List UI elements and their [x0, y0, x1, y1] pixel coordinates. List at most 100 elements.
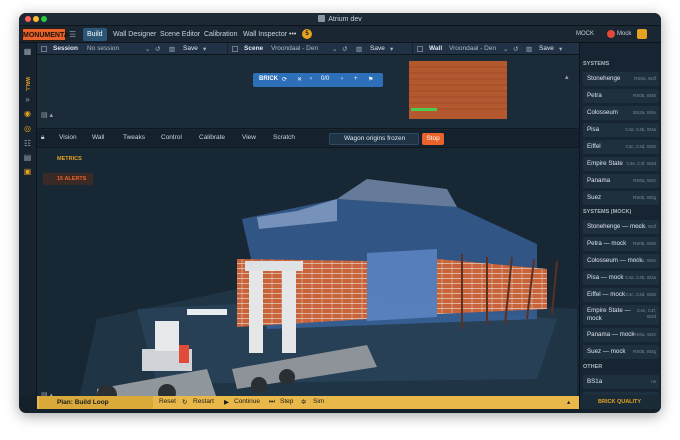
reset-button[interactable]: Reset [159, 398, 176, 405]
session-save-button[interactable]: Save [183, 45, 198, 52]
system-item[interactable]: Pisa C4a, C4b, W2a [583, 123, 659, 137]
wall-dropdown-icon[interactable]: ⌄ [503, 45, 508, 53]
stop-button[interactable]: Stop [422, 133, 444, 145]
brick-add-icon[interactable]: + [354, 76, 358, 82]
panel-grid-icon[interactable]: ▤ ▴ [41, 111, 53, 119]
mock-system-item[interactable]: Colosseum — mock BS2a, W2n [583, 254, 659, 268]
system-item[interactable]: Panama RS0a, W2c [583, 174, 659, 188]
brick-reset-icon[interactable]: ⟳ [282, 76, 287, 83]
chevron-right-icon[interactable]: › [341, 76, 343, 82]
session-select[interactable]: No session [87, 45, 119, 52]
system-name: Panama [587, 177, 611, 184]
system-code: C4c, C4d, W2b [625, 144, 656, 149]
other-item[interactable]: BS1a nv [583, 375, 659, 389]
sim-button[interactable]: Sim [313, 398, 324, 405]
panel-grip-icon[interactable] [417, 46, 423, 52]
scene-select[interactable]: Vroondaal - Den [271, 45, 318, 52]
brick-quality-bar[interactable]: BRICK QUALITY [580, 395, 661, 409]
brick-marker-icon[interactable]: ⚑ [368, 76, 373, 83]
mock-system-item[interactable]: Pisa — mock C4a, C4b, W2a [583, 271, 659, 285]
scene-viewport[interactable]: BRICK ⟳ ✕ ‹ 0/0 › + ⚑ ▤ ▴ ▴ 🔒︎ Vision Wa… [37, 55, 579, 407]
tab-calibration[interactable]: Calibration [200, 28, 241, 41]
tab-scene-editor[interactable]: Scene Editor [156, 28, 204, 41]
window-title-text: Atrium dev [328, 16, 362, 23]
alerts-button[interactable]: 15 ALERTS [43, 173, 93, 185]
wall-save-button[interactable]: Save [539, 45, 554, 52]
panel-grip-icon[interactable] [41, 46, 47, 52]
layout-toggle-icon[interactable] [637, 29, 647, 39]
scene-dropdown-icon[interactable]: ⌄ [332, 45, 337, 53]
system-name: Panama — mock [587, 331, 635, 338]
more-tabs-icon[interactable]: ••• [285, 28, 300, 41]
metrics-button[interactable]: METRICS [43, 153, 89, 165]
system-item[interactable]: Eiffel C4c, C4d, W2b [583, 140, 659, 154]
sim-icon[interactable]: ✲ [301, 398, 306, 406]
panel-grip-icon[interactable] [232, 46, 238, 52]
save-dropdown-icon[interactable]: ▾ [390, 45, 393, 53]
menu-view[interactable]: View [242, 134, 256, 141]
play-icon[interactable]: ▶ [224, 398, 229, 406]
mock-system-item[interactable]: Eiffel — mock C4c, C4d, W2b [583, 288, 659, 302]
table-icon[interactable]: ▤ [23, 153, 32, 162]
menu-calibrate[interactable]: Calibrate [199, 134, 225, 141]
history-icon[interactable]: ↺ [342, 45, 347, 53]
chevron-left-icon[interactable]: ‹ [310, 76, 312, 82]
continue-button[interactable]: Continue [234, 398, 260, 405]
scene-save-button[interactable]: Save [370, 45, 385, 52]
system-item[interactable]: Petra RS0b, W2b [583, 89, 659, 103]
trash-icon[interactable]: ▥ [526, 45, 532, 53]
system-item[interactable]: Empire State C4e, C4f, W2d [583, 157, 659, 171]
session-dropdown-icon[interactable]: ⌄ [145, 45, 150, 53]
mock-toggle-label[interactable]: Mock [617, 28, 631, 41]
menu-scratch[interactable]: Scratch [273, 134, 295, 141]
history-icon[interactable]: ↺ [155, 45, 160, 53]
history-icon[interactable]: ↺ [513, 45, 518, 53]
3d-scene-render [77, 179, 577, 407]
chevron-right-icon[interactable]: » [23, 95, 32, 104]
brick-close-icon[interactable]: ✕ [297, 76, 302, 83]
restart-icon[interactable]: ↻ [182, 398, 187, 406]
mock-system-item[interactable]: Petra — mock RS0b, W2b [583, 237, 659, 251]
wall-select[interactable]: Vroondaal - Den [449, 45, 496, 52]
tab-wall-designer[interactable]: Wall Designer [109, 28, 160, 41]
notification-badge[interactable]: 5 [302, 29, 312, 39]
hamburger-menu-icon[interactable]: ☰ [69, 30, 76, 39]
layers-icon[interactable]: ◎ [23, 124, 32, 133]
scene-panel-header: Scene Vroondaal - Den ⌄ ↺ ▥ Save ▾ [228, 43, 412, 55]
system-name: Stonehenge [587, 75, 621, 82]
system-item[interactable]: Stonehenge RS0a, W2f [583, 72, 659, 86]
step-button[interactable]: Step [280, 398, 293, 405]
mock-system-item[interactable]: Panama — mock RS0a, W2c [583, 328, 659, 342]
trash-icon[interactable]: ▥ [169, 45, 175, 53]
frame-icon[interactable]: ▣ [23, 167, 32, 176]
tab-build[interactable]: Build [83, 28, 107, 41]
lock-icon[interactable]: 🔒︎ [41, 134, 44, 142]
collapse-plan-icon[interactable]: ▴ [567, 398, 570, 406]
step-icon[interactable]: ⏭︎ [269, 398, 275, 406]
mock-system-item[interactable]: Suez — mock RS0b, W2g [583, 345, 659, 359]
menu-wall[interactable]: Wall [92, 134, 104, 141]
wagon-status-pill[interactable]: Wagon origins frozen [329, 133, 419, 145]
mock-system-item[interactable]: Stonehenge — mock RS0a, W2f [583, 220, 659, 234]
menu-control[interactable]: Control [161, 134, 182, 141]
collapse-icon[interactable]: ▴ [565, 73, 569, 81]
mock-system-item[interactable]: Empire State — mock C4e, C4f, W2d [583, 305, 659, 325]
brand-logo[interactable]: MONUMENTAL [22, 28, 73, 41]
mock-toggle[interactable] [607, 30, 615, 38]
restart-button[interactable]: Restart [193, 398, 214, 405]
tab-wall-inspector[interactable]: Wall Inspector [239, 28, 291, 41]
menu-tweaks[interactable]: Tweaks [123, 134, 145, 141]
sliders-icon[interactable]: ☷ [23, 139, 32, 148]
grid-icon[interactable]: ▦ [23, 47, 32, 56]
eye-icon[interactable]: ◉ [23, 109, 32, 118]
menu-vision[interactable]: Vision [59, 134, 77, 141]
system-item[interactable]: Colosseum BS2a, W2n [583, 106, 659, 120]
system-item[interactable]: Suez RS0b, W2g [583, 191, 659, 205]
trash-icon[interactable]: ▥ [356, 45, 362, 53]
save-dropdown-icon[interactable]: ▾ [203, 45, 206, 53]
system-code: BS2a, W2n [633, 258, 656, 263]
view-toolbar: 🔒︎ Vision Wall Tweaks Control Calibrate … [37, 130, 579, 148]
system-code: RS0a, W2c [633, 178, 656, 183]
system-code: RS0a, W2c [633, 332, 656, 337]
save-dropdown-icon[interactable]: ▾ [559, 45, 562, 53]
